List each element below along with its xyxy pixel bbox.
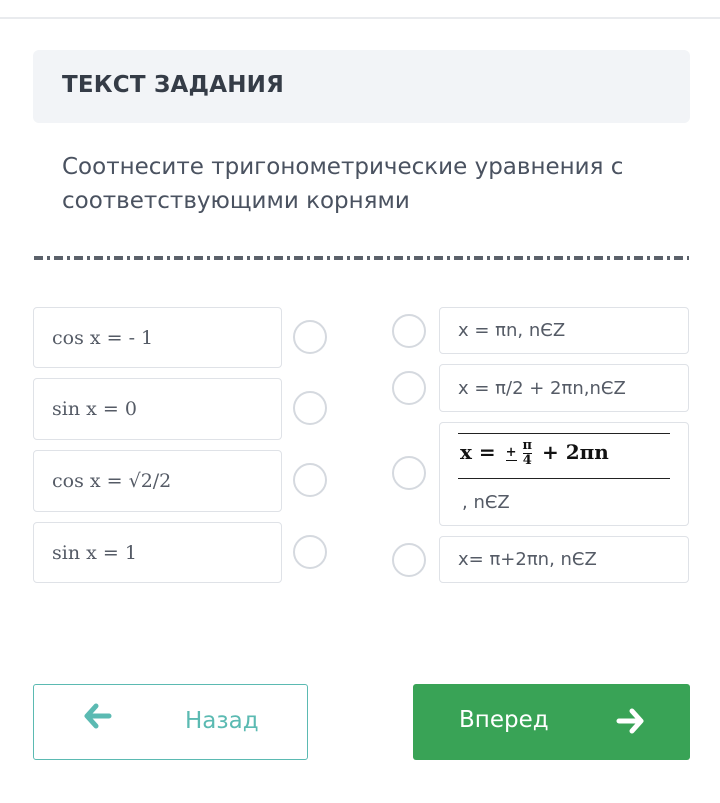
left-item-label: cos x = - 1 [52, 326, 154, 349]
back-button-label: Назад [185, 708, 259, 734]
top-divider [0, 17, 720, 19]
back-button[interactable]: Назад [33, 684, 308, 760]
right-radio-3[interactable] [392, 456, 426, 490]
arrow-right-icon [616, 707, 644, 742]
left-radio-4[interactable] [293, 535, 327, 569]
right-item-3[interactable]: x = + π4 + 2πn , nЄZ [439, 422, 689, 526]
right-item-label: x = π/2 + 2πn,nЄZ [458, 377, 626, 399]
right-item-label: x= π+2πn, nЄZ [458, 549, 597, 570]
left-item-2[interactable]: sin x = 0 [33, 378, 282, 440]
left-radio-3[interactable] [293, 463, 327, 497]
left-item-3[interactable]: cos x = √2/2 [33, 450, 282, 512]
left-item-label: sin x = 1 [52, 541, 137, 564]
right-item-suffix: , nЄZ [462, 492, 510, 513]
right-radio-4[interactable] [392, 543, 426, 577]
question-text: Соотнесите тригонометрические уравнения … [62, 154, 624, 214]
left-item-1[interactable]: cos x = - 1 [33, 307, 282, 368]
arrow-left-icon [84, 702, 112, 737]
next-button-label: Вперед [459, 707, 549, 733]
right-item-1[interactable]: x = πn, nЄZ [439, 307, 689, 354]
right-item-label: x = πn, nЄZ [458, 320, 566, 341]
dashed-divider [34, 256, 689, 260]
next-button[interactable]: Вперед [413, 684, 690, 760]
left-item-label: sin x = 0 [52, 398, 137, 420]
left-radio-2[interactable] [293, 391, 327, 425]
task-header: ТЕКСТ ЗАДАНИЯ [33, 50, 690, 123]
task-header-title: ТЕКСТ ЗАДАНИЯ [62, 72, 285, 98]
left-radio-1[interactable] [293, 320, 327, 354]
right-radio-2[interactable] [392, 371, 426, 405]
formula-top-rule [458, 433, 670, 434]
left-item-4[interactable]: sin x = 1 [33, 522, 282, 583]
right-radio-1[interactable] [392, 314, 426, 348]
right-item-2[interactable]: x = π/2 + 2πn,nЄZ [439, 364, 689, 412]
formula-bottom-rule [458, 478, 670, 479]
right-item-4[interactable]: x= π+2πn, nЄZ [439, 536, 689, 583]
formula-image: x = + π4 + 2πn [460, 438, 609, 468]
left-item-label: cos x = √2/2 [52, 470, 172, 492]
